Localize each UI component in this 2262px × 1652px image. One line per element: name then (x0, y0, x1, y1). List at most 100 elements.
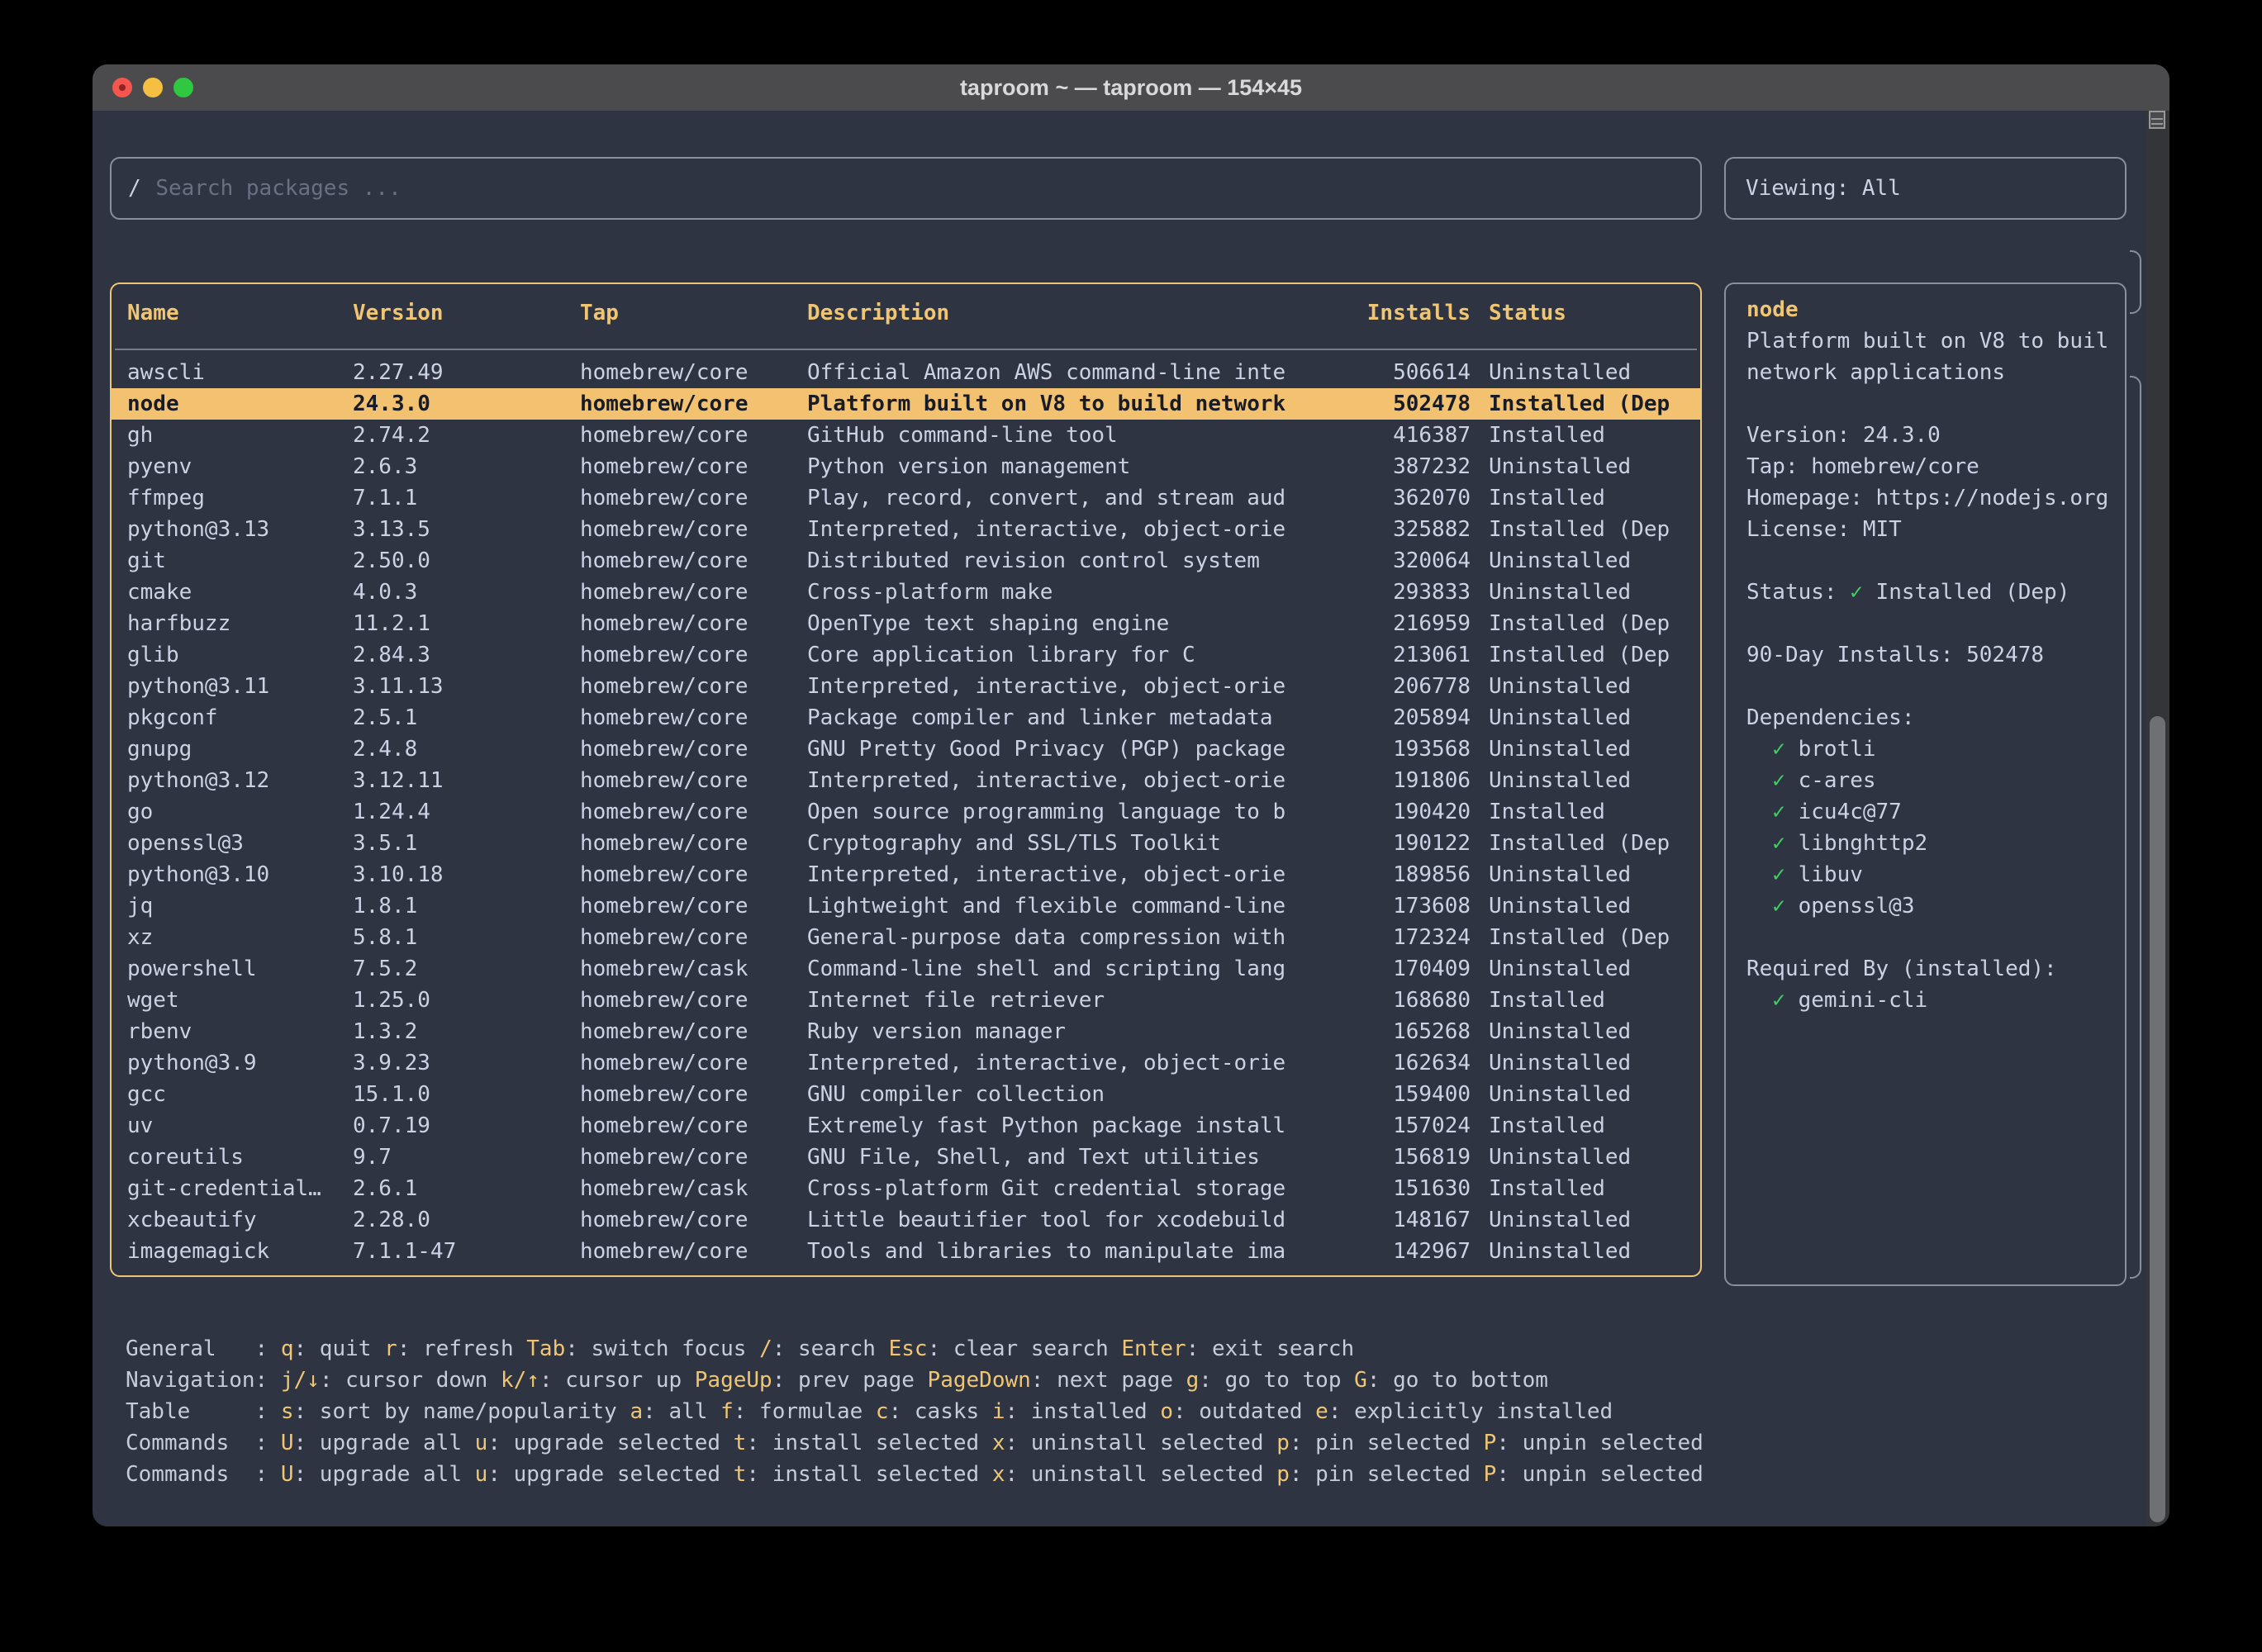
cell-status: Uninstalled (1471, 957, 1670, 981)
help-key: e (1315, 1399, 1328, 1424)
table-row[interactable]: git-credential…2.6.1homebrew/caskCross-p… (112, 1173, 1700, 1204)
cell-name: git-credential… (127, 1176, 353, 1201)
table-row[interactable]: pkgconf2.5.1homebrew/corePackage compile… (112, 702, 1700, 733)
table-row[interactable]: xcbeautify2.28.0homebrew/coreLittle beau… (112, 1204, 1700, 1236)
cell-version: 5.8.1 (353, 925, 580, 950)
cell-description: GNU compiler collection (807, 1082, 1286, 1107)
table-row[interactable]: wget1.25.0homebrew/coreInternet file ret… (112, 985, 1700, 1016)
check-icon: ✓ (1772, 800, 1785, 824)
help-text: : exit search (1186, 1336, 1355, 1361)
detail-line: ✓ brotli (1746, 733, 2125, 765)
table-row[interactable]: rbenv1.3.2homebrew/coreRuby version mana… (112, 1016, 1700, 1047)
help-text: : go to top (1199, 1368, 1354, 1393)
cell-name: xz (127, 925, 353, 950)
column-header-status[interactable]: Status (1471, 301, 1670, 325)
cell-tap: homebrew/core (580, 580, 807, 605)
help-text: Table : (126, 1399, 281, 1424)
cell-installs: 190420 (1286, 800, 1471, 824)
detail-line: Platform built on V8 to buil (1746, 325, 2125, 357)
cell-version: 2.84.3 (353, 643, 580, 667)
help-text: : unpin selected (1496, 1462, 1703, 1487)
cell-tap: homebrew/core (580, 611, 807, 636)
table-row[interactable]: cmake4.0.3homebrew/coreCross-platform ma… (112, 577, 1700, 608)
column-header-description[interactable]: Description (807, 301, 1286, 325)
cell-status: Uninstalled (1471, 454, 1670, 479)
cell-description: Distributed revision control system (807, 548, 1286, 573)
cell-installs: 193568 (1286, 737, 1471, 762)
cell-name: imagemagick (127, 1239, 353, 1264)
minimize-button[interactable] (143, 78, 163, 97)
table-row[interactable]: gnupg2.4.8homebrew/coreGNU Pretty Good P… (112, 733, 1700, 765)
table-header: Name Version Tap Description Installs St… (112, 297, 1700, 329)
cell-tap: homebrew/core (580, 486, 807, 510)
detail-line (1746, 545, 2125, 577)
help-key: x (992, 1431, 1005, 1455)
cell-installs: 157024 (1286, 1113, 1471, 1138)
cell-name: gh (127, 423, 353, 448)
table-row[interactable]: coreutils9.7homebrew/coreGNU File, Shell… (112, 1142, 1700, 1173)
table-row[interactable]: python@3.133.13.5homebrew/coreInterprete… (112, 514, 1700, 545)
check-icon: ✓ (1772, 894, 1785, 919)
cell-status: Uninstalled (1471, 1019, 1670, 1044)
column-header-tap[interactable]: Tap (580, 301, 807, 325)
table-row[interactable]: ffmpeg7.1.1homebrew/corePlay, record, co… (112, 482, 1700, 514)
cell-status: Installed (1471, 486, 1670, 510)
detail-line: Status: ✓ Installed (Dep) (1746, 577, 2125, 608)
column-header-installs[interactable]: Installs (1286, 301, 1471, 325)
cell-description: Interpreted, interactive, object-orient… (807, 674, 1286, 699)
table-row[interactable]: go1.24.4homebrew/coreOpen source program… (112, 796, 1700, 828)
table-row[interactable]: uv0.7.19homebrew/coreExtremely fast Pyth… (112, 1110, 1700, 1142)
detail-line: Version: 24.3.0 (1746, 420, 2125, 451)
help-key: U (281, 1462, 294, 1487)
table-row[interactable]: python@3.123.12.11homebrew/coreInterpret… (112, 765, 1700, 796)
help-text: : install selected (746, 1462, 991, 1487)
viewing-filter[interactable]: Viewing: All (1724, 157, 2127, 220)
zoom-button[interactable] (173, 78, 193, 97)
help-key: u (475, 1431, 488, 1455)
search-input[interactable] (154, 175, 1684, 202)
table-row[interactable]: pyenv2.6.3homebrew/corePython version ma… (112, 451, 1700, 482)
table-row[interactable]: python@3.113.11.13homebrew/coreInterpret… (112, 671, 1700, 702)
cell-version: 11.2.1 (353, 611, 580, 636)
close-button[interactable] (112, 78, 132, 97)
table-row[interactable]: powershell7.5.2homebrew/caskCommand-line… (112, 953, 1700, 985)
cell-description: Package compiler and linker metadata to… (807, 705, 1286, 730)
cell-description: Command-line shell and scripting langua… (807, 957, 1286, 981)
cell-tap: homebrew/core (580, 1113, 807, 1138)
help-text: : upgrade all (294, 1431, 475, 1455)
cell-installs: 387232 (1286, 454, 1471, 479)
table-row[interactable]: git2.50.0homebrew/coreDistributed revisi… (112, 545, 1700, 577)
scrollbar-thumb[interactable] (2150, 716, 2165, 1522)
table-row[interactable]: node24.3.0homebrew/corePlatform built on… (112, 388, 1700, 420)
table-row[interactable]: python@3.93.9.23homebrew/coreInterpreted… (112, 1047, 1700, 1079)
cell-installs: 168680 (1286, 988, 1471, 1013)
check-icon: ✓ (1772, 737, 1785, 762)
column-header-version[interactable]: Version (353, 301, 580, 325)
table-row[interactable]: xz5.8.1homebrew/coreGeneral-purpose data… (112, 922, 1700, 953)
help-text: : uninstall selected (1005, 1462, 1276, 1487)
cell-description: Official Amazon AWS command-line interf… (807, 360, 1286, 385)
cell-installs: 191806 (1286, 768, 1471, 793)
table-row[interactable]: gcc15.1.0homebrew/coreGNU compiler colle… (112, 1079, 1700, 1110)
cell-description: Play, record, convert, and stream audio… (807, 486, 1286, 510)
column-header-name[interactable]: Name (127, 301, 353, 325)
table-row[interactable]: glib2.84.3homebrew/coreCore application … (112, 639, 1700, 671)
help-text: : refresh (397, 1336, 527, 1361)
help-key: Esc (889, 1336, 928, 1361)
cell-description: Interpreted, interactive, object-orient… (807, 862, 1286, 887)
cell-version: 2.6.3 (353, 454, 580, 479)
table-row[interactable]: harfbuzz11.2.1homebrew/coreOpenType text… (112, 608, 1700, 639)
table-row[interactable]: openssl@33.5.1homebrew/coreCryptography … (112, 828, 1700, 859)
table-row[interactable]: imagemagick7.1.1-47homebrew/coreTools an… (112, 1236, 1700, 1267)
table-row[interactable]: jq1.8.1homebrew/coreLightweight and flex… (112, 890, 1700, 922)
cell-status: Uninstalled (1471, 674, 1670, 699)
help-text: : clear search (928, 1336, 1122, 1361)
cell-description: Internet file retriever (807, 988, 1286, 1013)
help-key: q (281, 1336, 294, 1361)
table-row[interactable]: gh2.74.2homebrew/coreGitHub command-line… (112, 420, 1700, 451)
search-box[interactable]: / (110, 157, 1702, 220)
cell-installs: 216959 (1286, 611, 1471, 636)
table-row[interactable]: awscli2.27.49homebrew/coreOfficial Amazo… (112, 357, 1700, 388)
scrollbar-track[interactable] (2146, 111, 2169, 1526)
table-row[interactable]: python@3.103.10.18homebrew/coreInterpret… (112, 859, 1700, 890)
